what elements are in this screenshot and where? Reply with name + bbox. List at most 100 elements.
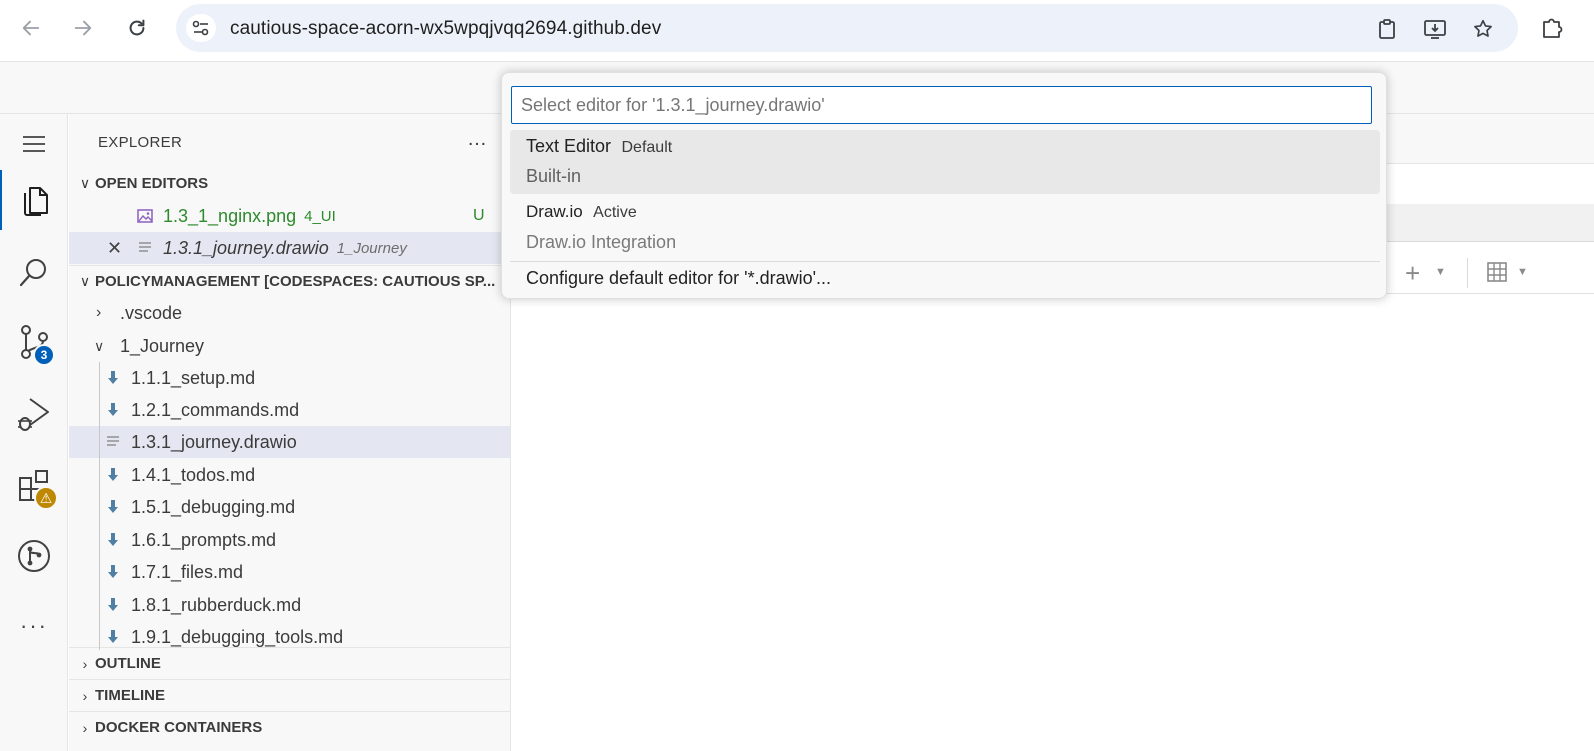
files-icon [24, 187, 48, 216]
markdown-download-icon [104, 401, 122, 419]
more-views-button[interactable]: ··· [0, 596, 68, 656]
file-item[interactable]: 1.5.1_debugging.md [69, 491, 510, 523]
file-name: 1.7.1_files.md [131, 561, 244, 582]
explorer-more-actions-icon[interactable]: … [467, 128, 488, 151]
markdown-download-icon [104, 531, 122, 549]
markdown-download-icon [104, 628, 122, 646]
file-item[interactable]: 1.6.1_prompts.md [69, 524, 510, 556]
reload-icon [129, 19, 145, 36]
git-branch-icon [18, 540, 50, 572]
activity-bar: 3 ⚠ ··· [0, 114, 68, 751]
source-control-view-button[interactable]: 3 [0, 312, 68, 372]
markdown-download-icon [104, 563, 122, 581]
back-button[interactable] [14, 13, 48, 43]
bookmark-star-icon[interactable] [1470, 16, 1496, 42]
workspace-label: POLICYMANAGEMENT [CODESPACES: CAUTIOUS S… [95, 273, 496, 290]
run-debug-view-button[interactable] [0, 384, 68, 444]
source-control-badge: 3 [33, 344, 55, 366]
tree-indent-guide [99, 362, 100, 650]
reload-button[interactable] [120, 13, 154, 43]
extensions-view-button[interactable]: ⚠ [0, 456, 68, 516]
chevron-right-icon: › [82, 687, 88, 704]
table-icon[interactable] [1487, 262, 1507, 287]
chevron-down-icon: ∨ [79, 273, 91, 289]
url-text[interactable]: cautious-space-acorn-wx5wpqjvqq2694.gith… [230, 18, 661, 40]
quick-pick-item-description: Active [593, 204, 637, 221]
quick-pick-item-label: Draw.io [526, 202, 583, 221]
file-name: 1.8.1_rubberduck.md [131, 594, 302, 615]
file-item[interactable]: 1.2.1_commands.md [69, 394, 510, 426]
timeline-header[interactable]: › TIMELINE [69, 679, 510, 711]
chevron-right-icon: › [82, 719, 88, 736]
explorer-sidebar: EXPLORER … ∨ OPEN EDITORS 1.3_1_nginx.pn… [69, 114, 511, 751]
open-editor-item-active[interactable]: ✕ 1.3.1_journey.drawio 1_Journey [69, 232, 510, 264]
file-item-selected[interactable]: 1.3.1_journey.drawio [69, 426, 510, 458]
address-bar[interactable]: cautious-space-acorn-wx5wpqjvqq2694.gith… [176, 4, 1518, 52]
caret-down-icon[interactable]: ▼ [1435, 266, 1446, 278]
folder-item-expanded[interactable]: ∨ 1_Journey [69, 330, 510, 362]
open-editors-label: OPEN EDITORS [95, 174, 209, 192]
chevron-down-icon: ∨ [94, 337, 105, 354]
workspace-header[interactable]: ∨ POLICYMANAGEMENT [CODESPACES: CAUTIOUS… [69, 265, 510, 297]
file-name: 1.4.1_todos.md [131, 464, 256, 485]
arrow-right-icon [74, 20, 92, 36]
ellipsis-icon: ··· [20, 613, 48, 638]
text-file-icon [136, 239, 154, 257]
open-editor-folder: 1_Journey [336, 239, 407, 257]
folder-name: 1_Journey [120, 335, 205, 356]
warning-icon: ⚠ [34, 486, 58, 510]
quick-pick-item-drawio[interactable]: Draw.io Active Draw.io Integration [510, 196, 1380, 260]
chevron-right-icon: › [96, 304, 102, 321]
quick-pick-separator [510, 261, 1380, 262]
file-item[interactable]: 1.8.1_rubberduck.md [69, 589, 510, 621]
quick-pick-input[interactable]: Select editor for '1.3.1_journey.drawio' [511, 86, 1372, 124]
open-editor-folder: 4_UI [304, 207, 336, 225]
file-name: 1.3.1_journey.drawio [131, 431, 297, 452]
arrow-left-icon [22, 20, 40, 36]
quick-pick-item-text-editor[interactable]: Text Editor Default Built-in [510, 130, 1380, 194]
quick-pick-item-detail: Draw.io Integration [526, 232, 677, 252]
search-view-button[interactable] [0, 242, 68, 302]
caret-down-icon[interactable]: ▼ [1517, 266, 1528, 278]
file-name: 1.1.1_setup.md [131, 367, 256, 388]
folder-item[interactable]: › .vscode [69, 297, 510, 329]
explorer-view-button[interactable] [0, 170, 68, 230]
insert-plus-icon[interactable]: + [1405, 258, 1420, 289]
file-item[interactable]: 1.1.1_setup.md [69, 362, 510, 394]
file-item[interactable]: 1.7.1_files.md [69, 556, 510, 588]
forward-button[interactable] [66, 13, 100, 43]
file-name: 1.5.1_debugging.md [131, 496, 296, 517]
docker-containers-label: DOCKER CONTAINERS [95, 719, 263, 736]
open-editor-name: 1.3_1_nginx.png [163, 205, 297, 226]
hamburger-icon [23, 136, 45, 152]
file-name: 1.2.1_commands.md [131, 399, 300, 420]
install-app-icon[interactable] [1422, 16, 1448, 42]
extensions-puzzle-icon[interactable] [1540, 14, 1566, 40]
clipboard-icon[interactable] [1374, 16, 1400, 42]
open-editor-item[interactable]: 1.3_1_nginx.png 4_UI U [69, 200, 510, 232]
select-editor-quick-pick: Select editor for '1.3.1_journey.drawio'… [501, 72, 1387, 299]
browser-toolbar: cautious-space-acorn-wx5wpqjvqq2694.gith… [0, 0, 1594, 62]
close-icon[interactable]: ✕ [107, 238, 127, 259]
quick-pick-item-configure[interactable]: Configure default editor for '*.drawio'.… [510, 263, 1380, 295]
outline-header[interactable]: › OUTLINE [69, 647, 510, 679]
chevron-right-icon: › [82, 655, 88, 672]
markdown-download-icon [104, 596, 122, 614]
docker-containers-header[interactable]: › DOCKER CONTAINERS [69, 711, 510, 743]
search-icon [19, 259, 46, 287]
markdown-download-icon [104, 369, 122, 387]
site-info-icon[interactable] [186, 14, 216, 42]
outline-label: OUTLINE [95, 655, 161, 672]
toolbar-divider [1467, 258, 1468, 288]
file-item[interactable]: 1.4.1_todos.md [69, 459, 510, 491]
file-name: 1.6.1_prompts.md [131, 529, 277, 550]
timeline-label: TIMELINE [95, 687, 165, 704]
open-editors-header[interactable]: ∨ OPEN EDITORS [69, 167, 510, 199]
markdown-download-icon [104, 498, 122, 516]
chevron-down-icon: ∨ [79, 174, 91, 191]
github-view-button[interactable] [0, 526, 68, 586]
quick-pick-item-label: Configure default editor for '*.drawio'.… [526, 268, 832, 288]
quick-pick-item-label: Text Editor [526, 136, 612, 156]
menu-button[interactable] [0, 114, 68, 174]
git-status-untracked: U [473, 207, 485, 224]
